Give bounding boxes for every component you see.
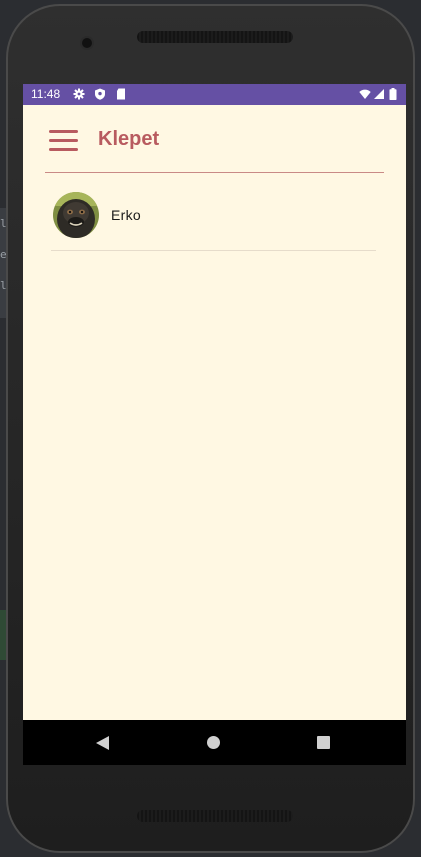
gear-icon — [73, 88, 85, 100]
bottom-speaker-grille — [137, 810, 293, 822]
shield-icon — [95, 88, 105, 100]
hamburger-menu-icon[interactable] — [49, 130, 78, 152]
status-bar: 11:48 — [23, 84, 406, 105]
system-nav-bar — [23, 720, 406, 765]
front-camera — [82, 38, 92, 48]
status-time: 11:48 — [31, 87, 61, 101]
chat-list-item[interactable]: Erko — [51, 192, 376, 250]
signal-icon — [374, 89, 384, 99]
list-divider — [51, 250, 376, 251]
top-speaker-grille — [137, 31, 293, 43]
monkey-avatar — [53, 192, 99, 238]
back-icon[interactable] — [96, 736, 109, 750]
battery-icon — [389, 88, 397, 100]
app-bar: Klepet — [23, 105, 406, 173]
app-title: Klepet — [98, 128, 160, 150]
home-icon[interactable] — [207, 736, 220, 749]
recents-icon[interactable] — [317, 736, 330, 749]
sd-card-icon — [117, 88, 125, 100]
chat-contact-name: Erko — [111, 207, 141, 223]
app-bar-divider — [45, 172, 384, 173]
wifi-icon — [359, 89, 371, 99]
device-screen: 11:48 Klepet Erko — [23, 84, 406, 765]
